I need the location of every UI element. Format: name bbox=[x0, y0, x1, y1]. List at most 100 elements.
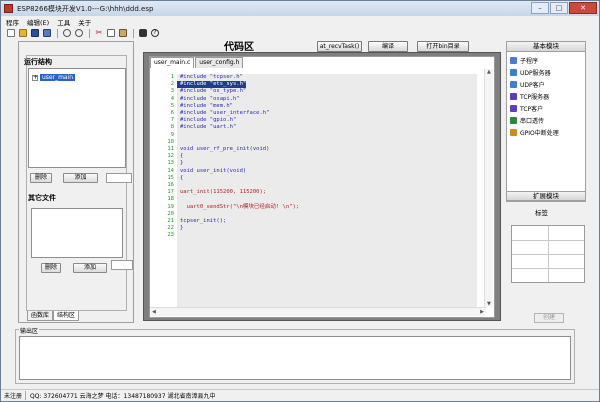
module-item[interactable]: 串口透传 bbox=[510, 116, 544, 125]
code-line[interactable]: 13} bbox=[167, 160, 183, 167]
structure-tree[interactable]: + user_main bbox=[28, 68, 126, 168]
tag-table[interactable] bbox=[511, 225, 585, 283]
vertical-scrollbar[interactable]: ▲ ▼ bbox=[484, 69, 493, 307]
code-line[interactable]: 6 #include "user_interface.h" bbox=[171, 110, 270, 117]
line-number: 8 bbox=[170, 124, 174, 131]
code-line[interactable]: 21 tcpser_init(); bbox=[167, 218, 226, 225]
code-line[interactable]: 14 void user_init(void) bbox=[167, 168, 246, 175]
minimize-button[interactable]: – bbox=[531, 2, 549, 14]
tab-user-config-h[interactable]: user_config.h bbox=[195, 57, 244, 68]
app-icon bbox=[4, 4, 13, 13]
line-text bbox=[177, 132, 180, 139]
code-line[interactable]: 18 bbox=[167, 196, 180, 203]
code-line[interactable]: 17 uart_init(115200, 115200); bbox=[167, 189, 266, 196]
tree-node-label[interactable]: user_main bbox=[40, 74, 76, 81]
code-line[interactable]: 19 uart0_sendStr("\n模块已经启动! \n"); bbox=[167, 204, 299, 211]
open-folder-icon[interactable] bbox=[19, 29, 27, 37]
code-line[interactable]: 12 { bbox=[167, 153, 183, 160]
gpio-interrupt-icon bbox=[510, 129, 517, 136]
code-line[interactable]: 16 bbox=[167, 182, 180, 189]
line-number: 2 bbox=[170, 81, 174, 88]
tree-expander-icon[interactable]: + bbox=[32, 74, 38, 81]
udp-server-icon bbox=[510, 69, 517, 76]
scroll-left-icon[interactable]: ◀ bbox=[152, 309, 156, 315]
menu-edit[interactable]: 编辑(E) bbox=[27, 17, 49, 27]
structure-name-field[interactable] bbox=[106, 173, 132, 183]
paste-icon[interactable] bbox=[119, 29, 127, 37]
help-icon[interactable]: ? bbox=[151, 29, 159, 37]
find-icon[interactable] bbox=[139, 29, 147, 37]
code-line[interactable]: 20 bbox=[167, 211, 180, 218]
tab-structure[interactable]: 结构区 bbox=[53, 311, 80, 321]
tab-function-library[interactable]: 函数库 bbox=[27, 311, 54, 321]
other-files-list[interactable] bbox=[31, 208, 123, 258]
output-text-area[interactable] bbox=[19, 336, 571, 380]
code-line[interactable]: 11 void user_rf_pre_init(void) bbox=[167, 146, 270, 153]
module-item[interactable]: 子程序 bbox=[510, 56, 538, 65]
line-text: #include "gpio.h" bbox=[180, 117, 237, 124]
code-line[interactable]: 9 bbox=[171, 132, 180, 139]
code-line[interactable]: 23 bbox=[167, 232, 180, 239]
compile-button[interactable]: 编译 bbox=[368, 41, 408, 52]
line-text bbox=[177, 139, 180, 146]
code-line[interactable]: 10 bbox=[167, 139, 180, 146]
menu-about[interactable]: 关于 bbox=[78, 17, 91, 27]
delete-file-button[interactable]: 删除 bbox=[41, 263, 61, 273]
maximize-button[interactable]: □ bbox=[550, 2, 568, 14]
copy-icon[interactable] bbox=[107, 29, 115, 37]
file-tabs: user_main.c user_config.h bbox=[150, 57, 244, 68]
line-number: 7 bbox=[170, 117, 174, 124]
code-line[interactable]: 3 #include "os_type.h" bbox=[171, 88, 247, 95]
code-text-area[interactable]: 1 #include "tcpser.h" 2 #include "ets_sys.h… bbox=[167, 74, 477, 307]
open-bin-dir-button[interactable]: 打开bin目录 bbox=[417, 41, 469, 52]
registration-status: 未注册 bbox=[1, 391, 27, 400]
undo-icon[interactable] bbox=[63, 29, 71, 37]
contact-info: QQ: 372604771 云海之梦 电话：13487180937 湖北省南漳县… bbox=[30, 393, 216, 400]
basic-modules-header[interactable]: 基本模块 bbox=[507, 42, 585, 52]
menu-bar: 程序 编辑(E) 工具 关于 bbox=[1, 16, 599, 27]
window-title: ESP8266模块开发V1.0---G:\hhh\ddd.esp bbox=[17, 4, 154, 13]
code-line[interactable]: 4 #include "osapi.h" bbox=[171, 96, 240, 103]
module-item[interactable]: GPIO中断处理 bbox=[510, 128, 559, 137]
module-item[interactable]: UDP客户 bbox=[510, 80, 545, 89]
line-number: 16 bbox=[167, 182, 174, 188]
delete-structure-button[interactable]: 删除 bbox=[30, 173, 52, 183]
recv-task-button[interactable]: at_recvTask() bbox=[317, 41, 362, 52]
left-panel-tabs: 函数库 结构区 bbox=[27, 311, 80, 321]
module-item[interactable]: TCP服务器 bbox=[510, 92, 549, 101]
code-area-title: 代码区 bbox=[224, 42, 254, 53]
file-name-field[interactable] bbox=[111, 260, 133, 270]
status-bar: 未注册 QQ: 372604771 云海之梦 电话：13487180937 湖北… bbox=[1, 389, 599, 401]
code-line[interactable]: 2 #include "ets_sys.h" bbox=[171, 81, 247, 89]
code-line[interactable]: 15 { bbox=[167, 175, 183, 182]
module-item[interactable]: TCP客户 bbox=[510, 104, 543, 113]
code-line[interactable]: 1 #include "tcpser.h" bbox=[171, 74, 243, 81]
tree-node-user-main[interactable]: + user_main bbox=[32, 74, 76, 81]
create-button[interactable]: 创建 bbox=[534, 313, 564, 323]
code-editor[interactable]: user_main.c user_config.h 1 #include "tcp… bbox=[149, 56, 495, 318]
cut-icon[interactable]: ✂ bbox=[95, 29, 103, 37]
scroll-up-icon[interactable]: ▲ bbox=[487, 69, 491, 75]
line-number: 10 bbox=[167, 138, 174, 145]
close-button[interactable]: ✕ bbox=[569, 2, 597, 14]
line-text: void user_rf_pre_init(void) bbox=[180, 146, 270, 152]
code-line[interactable]: 5 #include "mem.h" bbox=[171, 103, 233, 110]
redo-icon[interactable] bbox=[75, 29, 83, 37]
extended-modules-header[interactable]: 扩展模块 bbox=[506, 191, 586, 201]
tab-user-main-c[interactable]: user_main.c bbox=[150, 57, 195, 68]
scroll-down-icon[interactable]: ▼ bbox=[487, 301, 491, 307]
module-item[interactable]: UDP服务器 bbox=[510, 68, 551, 77]
code-line[interactable]: 22} bbox=[167, 225, 183, 232]
menu-tools[interactable]: 工具 bbox=[57, 17, 70, 27]
menu-program[interactable]: 程序 bbox=[6, 17, 19, 27]
new-file-icon[interactable] bbox=[7, 29, 15, 37]
add-structure-button[interactable]: 添加 bbox=[63, 173, 98, 183]
line-number: 3 bbox=[170, 88, 174, 95]
horizontal-scrollbar[interactable]: ◀ ▶ bbox=[150, 307, 486, 316]
scroll-right-icon[interactable]: ▶ bbox=[480, 309, 484, 315]
code-line[interactable]: 7 #include "gpio.h" bbox=[171, 117, 237, 124]
code-line[interactable]: 8 #include "uart.h" bbox=[171, 124, 237, 131]
save-all-icon[interactable] bbox=[43, 29, 51, 37]
add-file-button[interactable]: 添加 bbox=[73, 263, 107, 273]
save-icon[interactable] bbox=[31, 29, 39, 37]
